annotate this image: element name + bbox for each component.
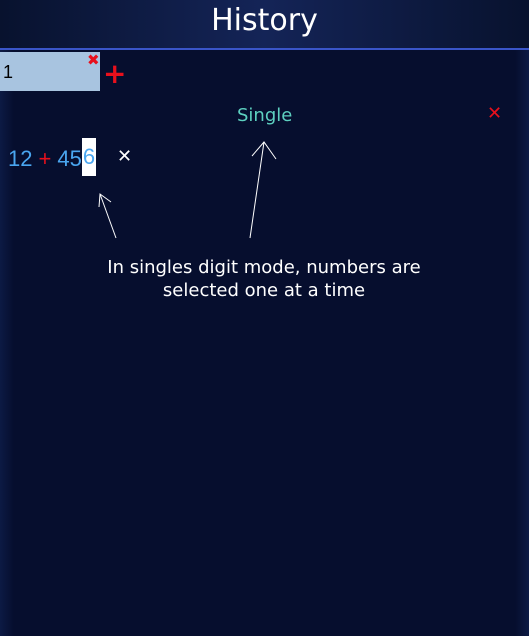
mode-toggle-single[interactable]: Single — [237, 105, 292, 126]
operator-plus[interactable]: + — [38, 146, 51, 171]
expression: 12 +456 — [8, 138, 97, 176]
tab-label: 1 — [3, 62, 14, 82]
annotation-line-2: selected one at a time — [162, 280, 366, 301]
add-tab-plus-icon[interactable]: + — [103, 60, 126, 88]
panel-close-icon[interactable]: ✕ — [487, 103, 502, 124]
number-left[interactable]: 12 — [8, 146, 32, 171]
expression-remove-icon[interactable]: ✕ — [117, 146, 132, 167]
annotation-arrows — [98, 141, 277, 239]
tab-1[interactable]: 1 — [0, 52, 100, 91]
header-bar: History — [0, 0, 529, 50]
tab-close-icon[interactable]: ✖ — [87, 53, 100, 68]
annotation-note: In singles digit mode, numbers are selec… — [64, 256, 464, 302]
annotation-line-1: In singles digit mode, numbers are — [107, 257, 421, 278]
page-title: History — [211, 3, 318, 38]
arrow-to-mode-icon — [249, 141, 265, 239]
number-right-prefix[interactable]: 45 — [57, 146, 81, 171]
history-window: History 1 ✖ + Single ✕ 12 +456 ✕ In singl… — [0, 0, 529, 636]
arrow-to-digit-icon — [99, 193, 117, 239]
selected-digit[interactable]: 6 — [81, 138, 97, 176]
